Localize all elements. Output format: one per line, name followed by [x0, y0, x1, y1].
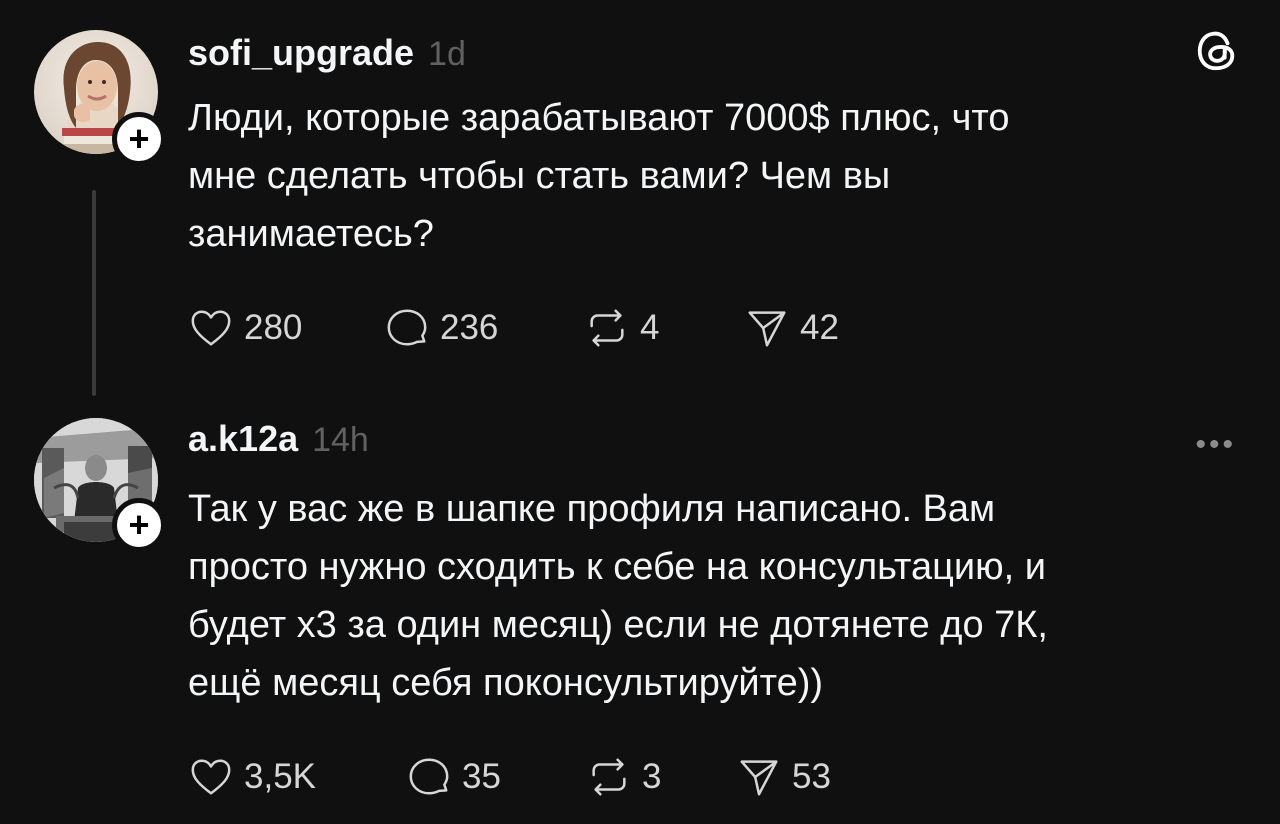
post-actions: 3,5K 35 3 53 [188, 752, 831, 802]
share-count: 53 [792, 757, 831, 796]
repost-button[interactable]: 3 [586, 754, 736, 800]
post-reply: + a.k12a 14h ••• Так у вас же в шапке пр… [0, 400, 1280, 824]
username[interactable]: sofi_upgrade [188, 32, 414, 74]
share-button[interactable]: 53 [736, 754, 831, 800]
follow-button[interactable]: + [112, 498, 166, 552]
share-button[interactable]: 42 [744, 305, 839, 351]
comment-button[interactable]: 35 [406, 754, 586, 800]
comment-button[interactable]: 236 [384, 305, 584, 351]
repost-count: 4 [640, 308, 660, 347]
comment-count: 236 [440, 308, 499, 347]
like-count: 3,5K [244, 757, 316, 796]
post-header: sofi_upgrade 1d [188, 32, 466, 74]
heart-icon [191, 310, 231, 346]
heart-icon [191, 759, 231, 795]
repost-icon [592, 758, 626, 796]
share-count: 42 [800, 308, 839, 347]
repost-count: 3 [642, 757, 662, 796]
comment-count: 35 [462, 757, 501, 796]
post-header: a.k12a 14h [188, 418, 369, 460]
like-button[interactable]: 280 [188, 305, 384, 351]
like-count: 280 [244, 308, 303, 347]
plus-icon: + [128, 118, 150, 159]
plus-icon: + [128, 504, 150, 545]
send-icon [748, 311, 786, 347]
repost-button[interactable]: 4 [584, 305, 744, 351]
like-button[interactable]: 3,5K [188, 754, 406, 800]
timestamp: 1d [428, 35, 466, 73]
thread-connector-line [92, 190, 96, 396]
timestamp: 14h [312, 421, 369, 459]
send-icon [740, 760, 778, 796]
username[interactable]: a.k12a [188, 418, 298, 460]
post-actions: 280 236 4 42 [188, 303, 839, 353]
post-body-text: Люди, которые зарабатывают 7000$ плюс, ч… [188, 97, 1010, 255]
follow-button[interactable]: + [112, 112, 166, 166]
repost-icon [590, 309, 624, 347]
threads-logo-icon[interactable] [1194, 28, 1240, 74]
post-original: + sofi_upgrade 1d Люди, которые зарабаты… [0, 0, 1280, 400]
more-options-icon[interactable]: ••• [1195, 428, 1236, 462]
comment-bubble-icon [387, 309, 427, 346]
post-body-text: Так у вас же в шапке профиля написано. В… [188, 488, 1048, 704]
comment-bubble-icon [409, 758, 449, 795]
